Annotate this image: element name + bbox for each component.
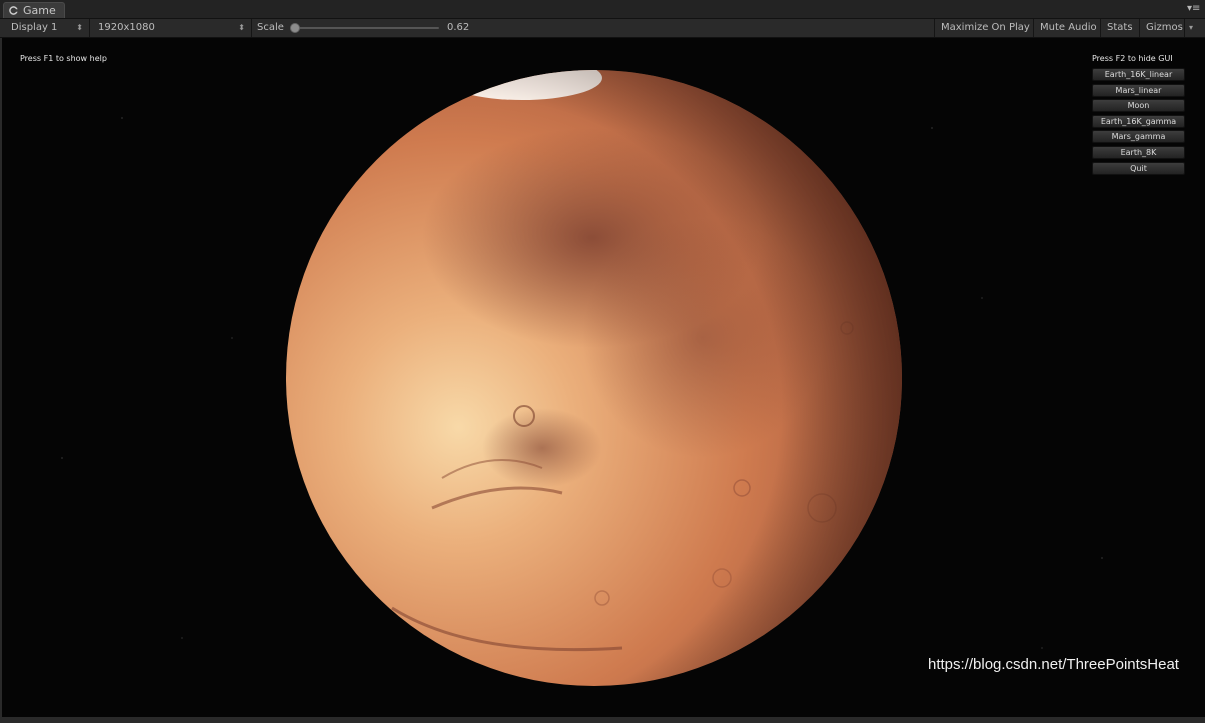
gizmos-button[interactable]: Gizmos	[1139, 19, 1189, 37]
mars-planet	[286, 70, 902, 686]
stats-button[interactable]: Stats	[1100, 19, 1139, 37]
scale-label: Scale	[257, 22, 284, 33]
tab-game[interactable]: Game	[3, 2, 65, 18]
display-dropdown[interactable]: Display 1 ⬍	[0, 19, 90, 37]
quit-button[interactable]: Quit	[1092, 161, 1185, 175]
scale-slider-track[interactable]	[296, 27, 439, 29]
resolution-dropdown[interactable]: 1920x1080 ⬍	[90, 19, 252, 37]
planet-button-list: Earth_16K_linear Mars_linear Moon Earth_…	[1092, 68, 1186, 177]
mute-audio-button[interactable]: Mute Audio	[1033, 19, 1103, 37]
tab-bar: Game ▾≡	[0, 0, 1205, 19]
tab-label: Game	[23, 4, 56, 17]
gizmos-dropdown-icon[interactable]: ▾	[1184, 19, 1197, 37]
earth-16k-linear-button[interactable]: Earth_16K_linear	[1092, 68, 1185, 81]
updown-arrow-icon: ⬍	[238, 23, 245, 32]
help-hint-text: Press F1 to show help	[20, 54, 107, 63]
watermark-text: https://blog.csdn.net/ThreePointsHeat	[928, 656, 1179, 673]
game-toolbar: Display 1 ⬍ 1920x1080 ⬍ Scale 0.62 Maxim…	[0, 19, 1205, 38]
gui-hint-text: Press F2 to hide GUI	[1092, 54, 1173, 63]
maximize-on-play-button[interactable]: Maximize On Play	[934, 19, 1036, 37]
earth-8k-button[interactable]: Earth_8K	[1092, 145, 1185, 159]
moon-button[interactable]: Moon	[1092, 99, 1185, 113]
bottom-bar	[0, 717, 1205, 723]
panel-menu-icon[interactable]: ▾≡	[1187, 4, 1200, 14]
unity-icon	[9, 6, 18, 15]
mars-linear-button[interactable]: Mars_linear	[1092, 83, 1185, 97]
mars-gamma-button[interactable]: Mars_gamma	[1092, 130, 1185, 144]
updown-arrow-icon: ⬍	[76, 23, 83, 32]
display-label: Display 1	[11, 22, 58, 33]
scale-slider-handle[interactable]	[290, 23, 300, 33]
scale-value: 0.62	[447, 22, 470, 33]
game-viewport[interactable]: Press F1 to show help Press F2 to hide G…	[0, 38, 1205, 717]
resolution-label: 1920x1080	[98, 22, 155, 33]
earth-16k-gamma-button[interactable]: Earth_16K_gamma	[1092, 114, 1185, 128]
